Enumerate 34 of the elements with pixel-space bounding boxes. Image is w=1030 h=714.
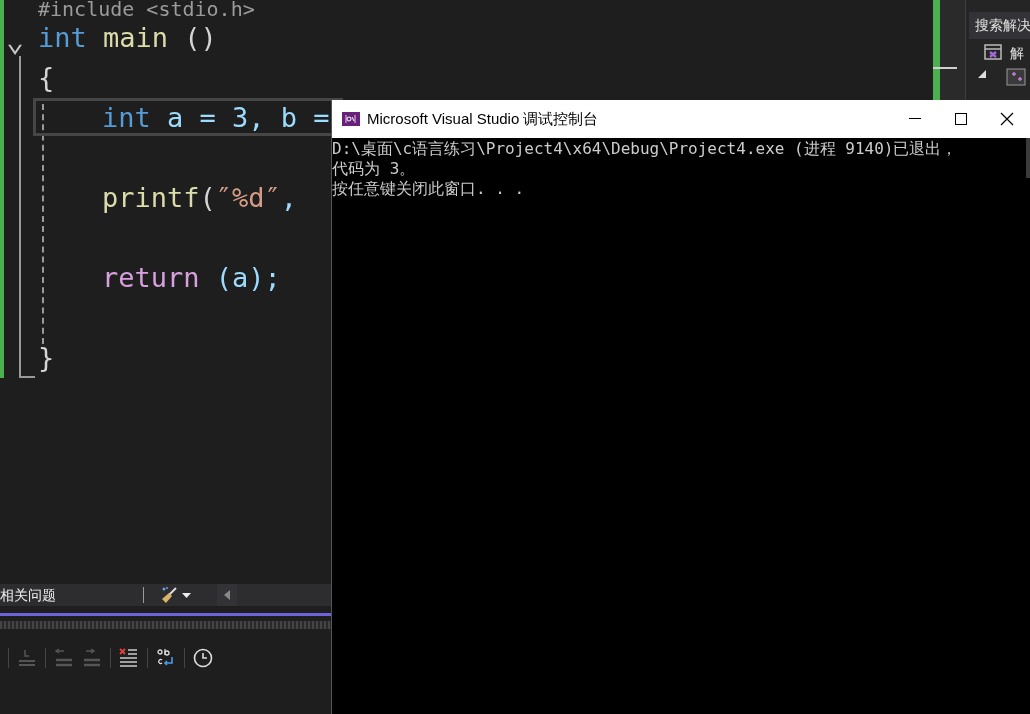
scroll-left-button[interactable] bbox=[217, 584, 237, 606]
scroll-position-marker bbox=[933, 67, 957, 69]
console-output-line: D:\桌面\c语言练习\Project4\x64\Debug\Project4.exe (进程 9140)已退出， bbox=[332, 139, 959, 159]
close-icon bbox=[1000, 112, 1014, 126]
minimize-icon bbox=[909, 118, 921, 120]
word-wrap-icon[interactable] bbox=[156, 648, 176, 668]
solution-item[interactable]: 解 bbox=[1010, 43, 1024, 64]
solution-icon bbox=[984, 44, 1002, 60]
code-line: { bbox=[38, 60, 55, 95]
maximize-icon bbox=[955, 113, 967, 125]
search-field[interactable]: 搜索解决 bbox=[969, 12, 1030, 39]
broom-icon[interactable] bbox=[160, 586, 178, 604]
caret-icon[interactable] bbox=[182, 592, 191, 598]
code-line: int a = 3, b = bbox=[102, 100, 330, 135]
clear-all-icon[interactable] bbox=[119, 648, 139, 668]
indent-icon bbox=[82, 648, 102, 668]
console-app-icon bbox=[342, 112, 360, 126]
unwrap-icon bbox=[17, 648, 37, 668]
code-line: } bbox=[38, 340, 55, 375]
error-list-label: 相关问题 bbox=[0, 585, 57, 605]
console-output-line: 按任意键关闭此窗口. . . bbox=[332, 179, 526, 199]
code-line: #include <stdio.h> bbox=[38, 0, 255, 18]
left-arrow-icon bbox=[224, 590, 230, 600]
fold-toggle[interactable]: ⌄ bbox=[6, 18, 25, 63]
code-line: int main () bbox=[38, 20, 217, 55]
expand-triangle-icon[interactable] bbox=[978, 70, 986, 78]
code-line: return (a); bbox=[102, 260, 281, 295]
console-output-line: 代码为 3。 bbox=[332, 159, 417, 179]
code-line: printf(″%d″, bbox=[102, 180, 298, 215]
clock-icon[interactable] bbox=[193, 648, 213, 668]
project-icon bbox=[1006, 68, 1026, 86]
window-title: Microsoft Visual Studio 调试控制台 bbox=[367, 108, 599, 129]
outdent-icon bbox=[54, 648, 74, 668]
scrollbar bbox=[1026, 138, 1030, 178]
